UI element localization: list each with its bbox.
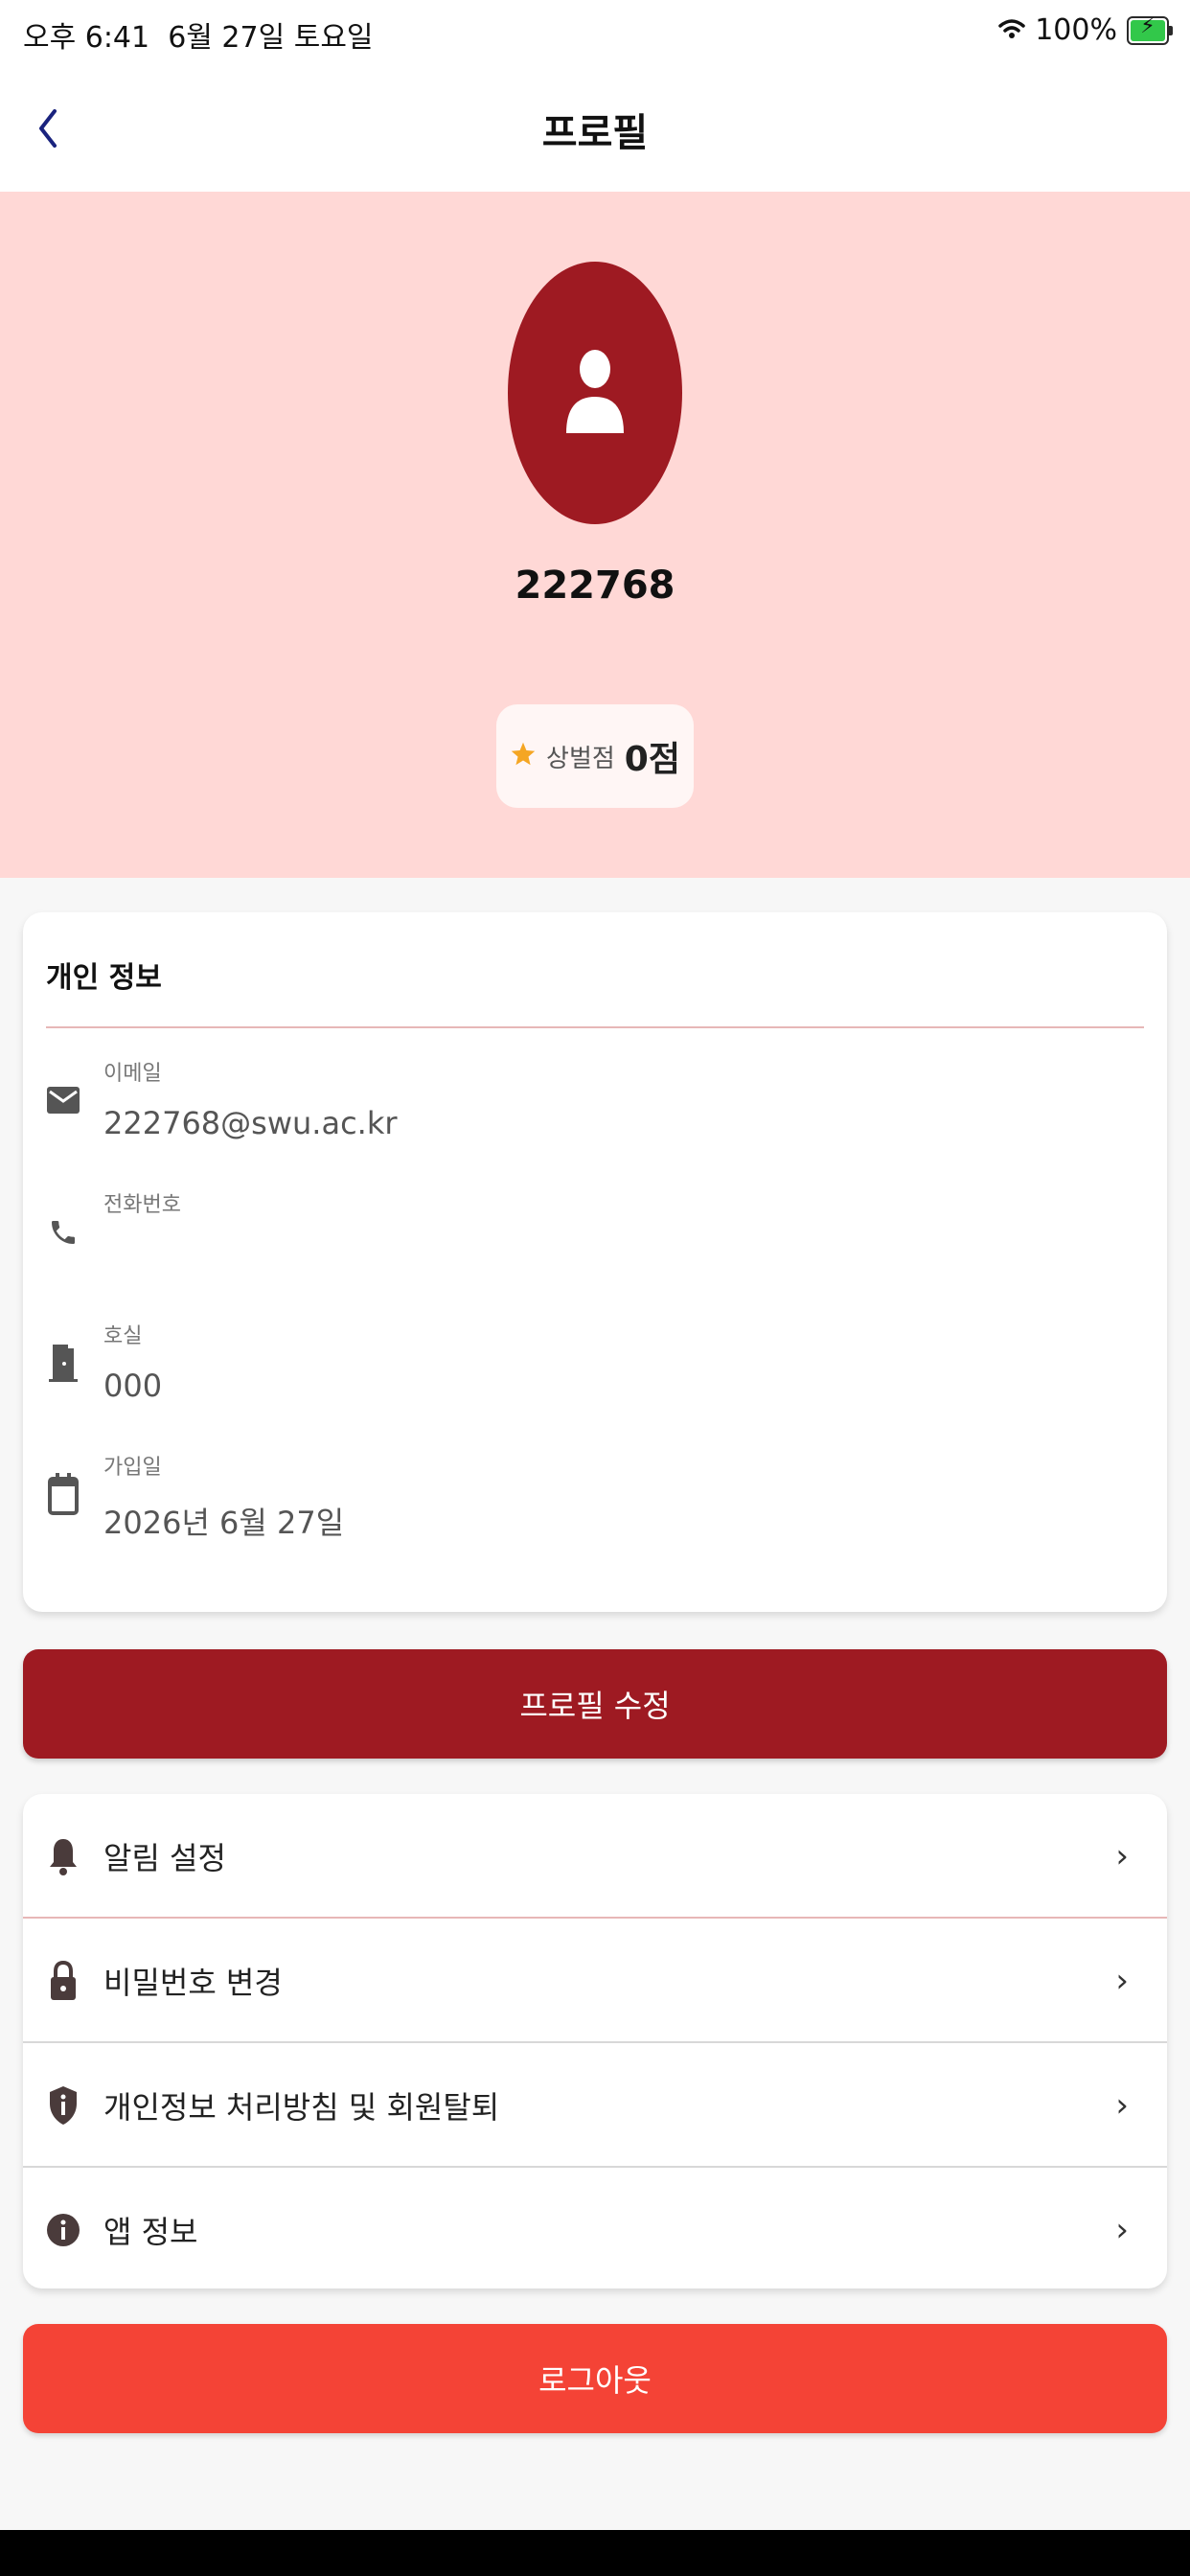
chevron-right-icon: ›	[1115, 2211, 1129, 2249]
chevron-left-icon	[37, 109, 58, 151]
battery-percent: 100%	[1035, 13, 1117, 47]
room-label: 호실	[103, 1324, 143, 1348]
logout-button[interactable]: 로그아웃	[23, 2324, 1167, 2433]
room-value: 000	[103, 1368, 163, 1404]
divider	[46, 1026, 1144, 1028]
menu-item-change-password[interactable]: 비밀번호 변경 ›	[23, 1919, 1167, 2043]
shield-info-icon	[46, 2084, 80, 2127]
status-indicators: 100% ⚡	[998, 13, 1173, 47]
menu-label: 알림 설정	[103, 1840, 226, 1876]
battery-icon: ⚡	[1127, 14, 1173, 45]
back-button[interactable]	[19, 102, 77, 159]
points-label: 상벌점	[546, 744, 615, 773]
joined-label: 가입일	[103, 1456, 162, 1480]
star-icon	[510, 741, 537, 771]
menu-item-notifications[interactable]: 알림 설정 ›	[23, 1794, 1167, 1919]
chevron-right-icon: ›	[1115, 1837, 1129, 1875]
points-badge: 상벌점 0점	[496, 704, 694, 808]
status-time: 오후 6:41	[23, 21, 150, 55]
status-bar: 오후 6:41 6월 27일 토요일 100% ⚡	[0, 0, 1190, 69]
door-icon	[46, 1344, 80, 1382]
email-value: 222768@swu.ac.kr	[103, 1105, 398, 1141]
home-indicator	[0, 2530, 1190, 2576]
wifi-icon	[998, 13, 1025, 47]
username: 222768	[515, 564, 675, 608]
phone-label: 전화번호	[103, 1193, 181, 1217]
status-date: 6월 27일 토요일	[168, 21, 374, 55]
phone-icon	[46, 1213, 80, 1252]
menu-item-app-info[interactable]: 앱 정보 ›	[23, 2168, 1167, 2292]
menu-item-privacy[interactable]: 개인정보 처리방침 및 회원탈퇴 ›	[23, 2043, 1167, 2168]
menu-label: 앱 정보	[103, 2214, 198, 2250]
status-time-date: 오후 6:41 6월 27일 토요일	[23, 13, 374, 56]
menu-label: 개인정보 처리방침 및 회원탈퇴	[103, 2089, 500, 2126]
info-icon	[46, 2209, 80, 2251]
points-value: 0점	[624, 740, 680, 779]
person-icon	[565, 347, 625, 439]
menu-label: 비밀번호 변경	[103, 1965, 283, 2001]
mail-icon	[46, 1081, 80, 1119]
bell-icon	[46, 1835, 80, 1877]
edit-profile-button[interactable]: 프로필 수정	[23, 1649, 1167, 1759]
email-label: 이메일	[103, 1062, 162, 1086]
lock-icon	[46, 1960, 80, 2002]
chevron-right-icon: ›	[1115, 2086, 1129, 2125]
page-title: 프로필	[541, 111, 649, 155]
nav-bar: 프로필	[0, 69, 1190, 192]
chevron-right-icon: ›	[1115, 1962, 1129, 2000]
personal-info-title: 개인 정보	[46, 961, 162, 995]
avatar	[508, 262, 682, 524]
calendar-icon	[46, 1473, 80, 1515]
joined-value: 2026년 6월 27일	[103, 1505, 345, 1541]
